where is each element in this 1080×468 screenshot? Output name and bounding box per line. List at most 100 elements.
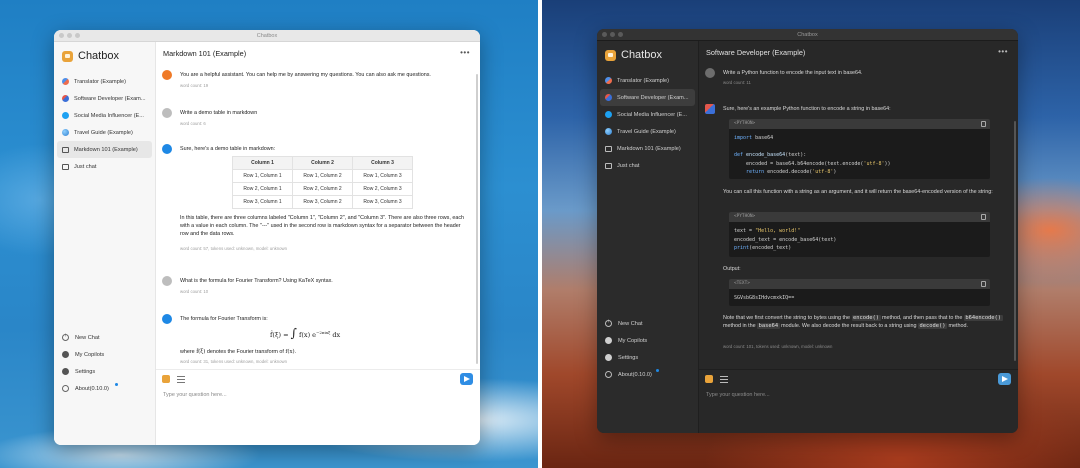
word-count: word count: 10 (180, 289, 209, 294)
session-item-translator[interactable]: Translator (Example) (57, 73, 152, 90)
user-avatar-icon (705, 68, 715, 78)
settings-label: Settings (618, 354, 639, 361)
chatbox-window-light: Chatbox Chatbox Translator (Example) Sof… (54, 30, 480, 445)
brand: Chatbox (62, 50, 119, 62)
about-button[interactable]: About(0.10.0) (600, 366, 695, 383)
copy-icon[interactable] (981, 281, 986, 287)
message-text: Sure, here's an example Python function … (723, 106, 891, 112)
more-options-icon[interactable]: ••• (998, 47, 1008, 56)
table-cell: Row 3, Column 1 (232, 195, 293, 209)
copilot-icon[interactable] (162, 375, 170, 383)
message-text: You can call this function with a string… (723, 189, 993, 195)
about-label: About(0.10.0) (75, 385, 109, 392)
session-label: Travel Guide (Example) (74, 129, 133, 136)
minimize-window-button[interactable] (67, 33, 72, 38)
new-chat-button[interactable]: New Chat (57, 329, 152, 346)
developer-avatar-icon (705, 104, 715, 114)
twitter-icon (605, 111, 612, 118)
session-item-software-developer[interactable]: Software Developer (Exam... (600, 89, 695, 106)
message-system: You are a helpful assistant. You can hel… (162, 70, 468, 100)
new-chat-button[interactable]: New Chat (600, 315, 695, 332)
code-language: <TEXT> (734, 281, 750, 286)
code-language-label: <TEXT> (729, 279, 990, 289)
where-text: where (180, 349, 195, 355)
word-count: word count: 19 (180, 83, 209, 88)
table-cell: Row 2, Column 2 (292, 182, 353, 196)
session-item-travel-guide[interactable]: Travel Guide (Example) (600, 123, 695, 140)
twitter-icon (62, 112, 69, 119)
session-item-just-chat[interactable]: Just chat (600, 157, 695, 174)
chat-icon (605, 162, 612, 169)
scrollbar[interactable] (476, 74, 478, 364)
minimize-window-button[interactable] (610, 32, 615, 37)
session-item-social-media[interactable]: Social Media Influencer (E... (600, 106, 695, 123)
sidebar: Chatbox Translator (Example) Software De… (597, 41, 699, 433)
zoom-window-button[interactable] (618, 32, 623, 37)
question-input[interactable]: Type your question here... (706, 392, 770, 398)
copilots-label: My Copilots (618, 337, 648, 344)
chat-icon (62, 163, 69, 170)
message-text: Write a demo table in markdown (180, 110, 258, 116)
settings-button[interactable]: Settings (600, 349, 695, 366)
user-avatar-icon (162, 276, 172, 286)
session-item-markdown-101[interactable]: Markdown 101 (Example) (57, 141, 152, 158)
where-mid-text: denotes the Fourier transform of (206, 349, 284, 355)
robot-icon (62, 351, 69, 358)
my-copilots-button[interactable]: My Copilots (600, 332, 695, 349)
close-window-button[interactable] (59, 33, 64, 38)
chat-title: Markdown 101 (Example) (163, 48, 247, 58)
table-cell: Row 3, Column 2 (292, 195, 353, 209)
session-item-software-developer[interactable]: Software Developer (Exam... (57, 90, 152, 107)
session-label: Translator (Example) (74, 78, 127, 85)
message-text: You are a helpful assistant. You can hel… (180, 72, 431, 78)
chat-icon (605, 145, 612, 152)
inline-code: decode() (918, 323, 947, 329)
close-window-button[interactable] (602, 32, 607, 37)
send-button[interactable] (460, 373, 473, 385)
question-input[interactable]: Type your question here... (163, 392, 227, 398)
settings-label: Settings (75, 368, 96, 375)
translator-icon (62, 78, 69, 85)
session-item-travel-guide[interactable]: Travel Guide (Example) (57, 124, 152, 141)
session-item-translator[interactable]: Translator (Example) (600, 72, 695, 89)
code-content: text = "Hello, world!" encoded_text = en… (734, 228, 837, 252)
session-item-just-chat[interactable]: Just chat (57, 158, 152, 175)
session-list: Translator (Example) Software Developer … (57, 73, 152, 175)
settings-button[interactable]: Settings (57, 363, 152, 380)
word-count: word count: 101, tokens used: unknown, m… (723, 344, 833, 349)
copy-icon[interactable] (981, 121, 986, 127)
assistant-avatar-icon (162, 314, 172, 324)
update-badge (115, 383, 118, 386)
settings-tune-icon[interactable] (177, 375, 185, 383)
inline-code: encode() (851, 315, 881, 321)
robot-icon (605, 337, 612, 344)
code-language: <PYTHON> (734, 121, 756, 126)
new-chat-label: New Chat (618, 320, 643, 327)
word-count: word count: 57, tokens used: unknown, mo… (180, 246, 288, 251)
session-item-social-media[interactable]: Social Media Influencer (E... (57, 107, 152, 124)
about-button[interactable]: About(0.10.0) (57, 380, 152, 397)
more-options-icon[interactable]: ••• (460, 48, 470, 57)
note-text: method in the (723, 323, 756, 329)
scrollbar[interactable] (1014, 121, 1016, 361)
zoom-window-button[interactable] (75, 33, 80, 38)
session-item-markdown-101[interactable]: Markdown 101 (Example) (600, 140, 695, 157)
markdown-table: Column 1 Column 2 Column 3 Row 1, Column… (232, 156, 413, 209)
brand-name: Chatbox (621, 49, 662, 61)
settings-tune-icon[interactable] (720, 375, 728, 383)
note-text: module. We also decode the result back t… (781, 323, 917, 329)
developer-icon (605, 94, 612, 101)
table-header: Column 2 (292, 156, 353, 170)
word-count: word count: 31, tokens used: unknown, mo… (180, 359, 288, 364)
globe-icon (605, 128, 612, 135)
message-text: In this table, there are three columns l… (180, 215, 465, 237)
code-language: <PYTHON> (734, 214, 756, 219)
my-copilots-button[interactable]: My Copilots (57, 346, 152, 363)
copy-icon[interactable] (981, 214, 986, 220)
message-text: The formula for Fourier Transform is: (180, 316, 268, 322)
brand-name: Chatbox (78, 50, 119, 62)
word-count: word count: 11 (723, 80, 751, 85)
copilot-icon[interactable] (705, 375, 713, 383)
send-button[interactable] (998, 373, 1011, 385)
window-title: Chatbox (797, 31, 818, 38)
